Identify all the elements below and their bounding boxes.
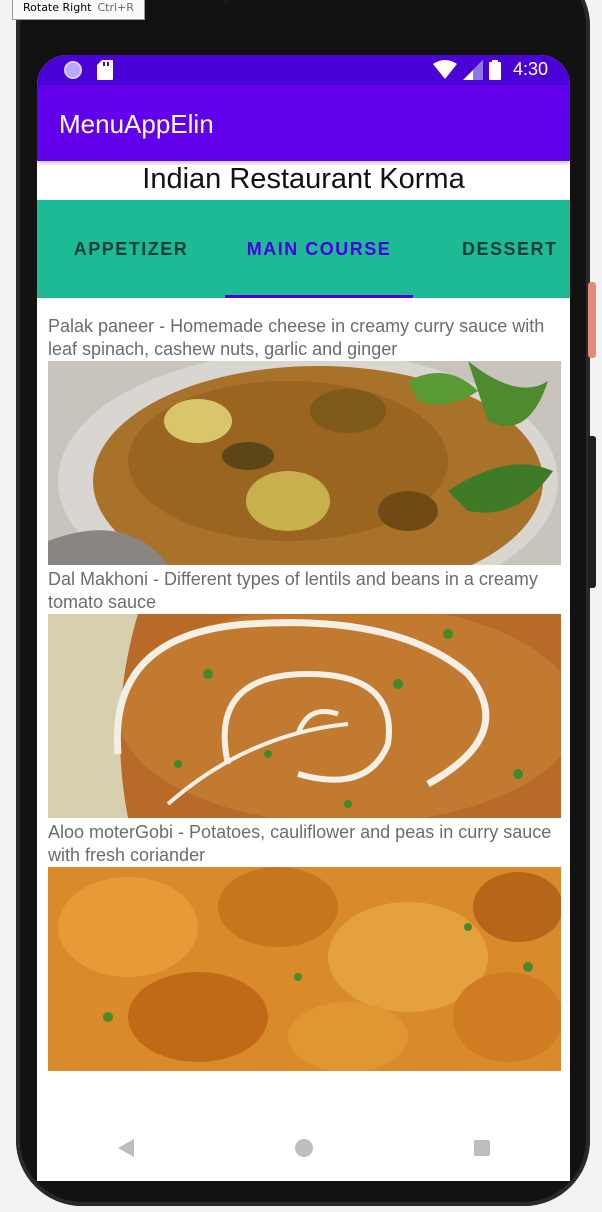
tooltip-shortcut: Ctrl+R <box>97 1 134 14</box>
list-item: Palak paneer - Homemade cheese in creamy… <box>48 315 561 565</box>
tab-appetizer[interactable]: APPETIZER <box>37 200 225 298</box>
item-description: Dal Makhoni - Different types of lentils… <box>48 569 538 612</box>
app-screen: 4:30 MenuAppElin Indian Restaurant Korma… <box>37 55 570 1181</box>
list-item: Aloo moterGobi - Potatoes, cauliflower a… <box>48 821 561 1071</box>
system-nav-bar <box>37 1116 570 1179</box>
sd-card-icon <box>97 60 113 80</box>
status-bar: 4:30 <box>37 55 570 85</box>
recents-icon[interactable] <box>473 1139 490 1156</box>
restaurant-title: Indian Restaurant Korma <box>142 163 465 195</box>
power-button[interactable] <box>588 282 596 358</box>
cell-signal-icon <box>462 59 483 80</box>
menu-tab-bar: APPETIZER MAIN COURSE DESSERT <box>37 200 570 298</box>
notification-dot-icon <box>64 61 82 79</box>
item-description: Palak paneer - Homemade cheese in creamy… <box>48 316 545 359</box>
tab-main-course-label: MAIN COURSE <box>246 238 392 259</box>
wifi-icon <box>432 59 457 79</box>
back-icon[interactable] <box>117 1138 134 1157</box>
tab-main-course[interactable]: MAIN COURSE <box>225 200 413 298</box>
active-tab-indicator <box>225 295 413 298</box>
list-item: Dal Makhoni - Different types of lentils… <box>48 568 561 818</box>
palak-paneer-photo <box>48 361 561 565</box>
tab-appetizer-label: APPETIZER <box>73 238 189 259</box>
rotate-right-tooltip: Rotate Right Ctrl+R <box>12 0 145 20</box>
proximity-sensor <box>220 0 230 2</box>
aloo-gobi-photo <box>48 867 561 1071</box>
volume-rocker[interactable] <box>588 436 596 588</box>
battery-icon <box>488 59 501 80</box>
dal-makhoni-photo <box>48 614 561 818</box>
status-clock: 4:30 <box>512 59 548 79</box>
tooltip-label: Rotate Right <box>23 1 92 14</box>
app-bar: MenuAppElin <box>37 85 570 161</box>
tab-dessert[interactable]: DESSERT <box>413 200 570 298</box>
tab-dessert-label: DESSERT <box>462 238 558 259</box>
app-title: MenuAppElin <box>59 109 214 139</box>
menu-list[interactable]: Palak paneer - Homemade cheese in creamy… <box>48 315 561 1071</box>
item-description: Aloo moterGobi - Potatoes, cauliflower a… <box>48 822 552 865</box>
home-icon[interactable] <box>294 1138 313 1157</box>
